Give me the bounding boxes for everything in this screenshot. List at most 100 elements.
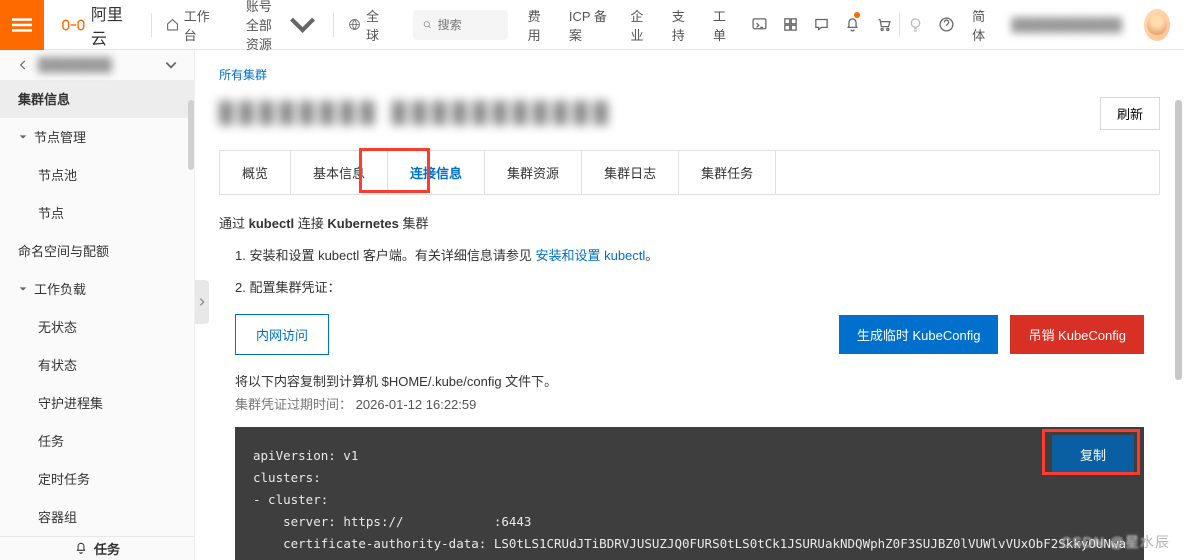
intranet-access-tab[interactable]: 内网访问 [235,314,329,355]
bulb-icon [907,16,924,33]
chevron-down-icon [286,8,319,41]
help-icon [938,16,955,33]
enterprise-link[interactable]: 企业 [621,0,662,50]
hamburger-menu-button[interactable] [0,0,44,50]
tab-cluster-tasks[interactable]: 集群任务 [679,151,776,194]
hamburger-icon [12,15,32,35]
right-link-group: 费用 ICP 备案 企业 支持 工单 简体 ████████████ [518,0,1184,50]
sidebar-item-namespace[interactable]: 命名空间与配额 [0,232,194,270]
tab-cluster-logs[interactable]: 集群日志 [582,151,679,194]
sidebar-scrollbar[interactable] [188,100,194,170]
bell-icon [74,541,88,555]
global-label: 全球 [366,6,389,44]
chevron-left-icon [16,58,30,72]
bell-icon [844,16,861,33]
header-row: ████████ ███████████ 刷新 [195,83,1184,150]
avatar-face-icon [1147,15,1167,35]
help-icon-btn[interactable] [931,0,962,50]
sidebar-item-job[interactable]: 任务 [0,422,194,460]
sidebar: ████████ 集群信息 节点管理 节点池 节点 命名空间与配额 工作负载 无… [0,50,195,560]
sidebar-item-node[interactable]: 节点 [0,194,194,232]
kubeconfig-code-block[interactable]: apiVersion: v1 clusters: - cluster: serv… [235,427,1144,560]
workspace-link[interactable]: 工作台 [152,0,232,50]
tabs: 概览 基本信息 连接信息 集群资源 集群日志 集群任务 [219,150,1160,195]
tab-basic-info[interactable]: 基本信息 [291,151,388,194]
sidebar-back[interactable]: ████████ [0,50,194,80]
idea-icon-btn[interactable] [900,0,931,50]
sidebar-group-label: 节点管理 [34,127,86,146]
copy-hint: 将以下内容复制到计算机 $HOME/.kube/config 文件下。 [195,365,1184,394]
sidebar-back-blur: ████████ [38,57,156,72]
avatar[interactable] [1144,9,1170,41]
step-1: 1. 安装和设置 kubectl 客户端。有关详细信息请参见 安装和设置 kub… [235,240,1144,272]
tab-connection-info[interactable]: 连接信息 [388,151,485,194]
top-navigation: 阿里云 工作台 账号全部资源 全球 费用 ICP 备案 企业 支持 工单 简体 … [0,0,1184,50]
user-blur: ████████████ [1003,17,1130,32]
sidebar-item-cluster-info[interactable]: 集群信息 [0,80,194,118]
ticket-link[interactable]: 工单 [703,0,744,50]
sidebar-group-workload[interactable]: 工作负载 [0,270,194,308]
code-wrap: apiVersion: v1 clusters: - cluster: serv… [235,427,1144,560]
app-icon [782,16,799,33]
content-scrollbar[interactable] [1175,100,1182,380]
sidebar-group-label: 工作负载 [34,279,86,298]
cart-icon [875,16,892,33]
chevron-right-icon [197,297,207,307]
caret-down-icon [18,284,28,294]
cart-icon-btn[interactable] [868,0,899,50]
expire-value: 2026-01-12 16:22:59 [356,397,477,412]
search-icon [423,18,432,32]
sidebar-group-node-mgmt[interactable]: 节点管理 [0,118,194,156]
home-icon [166,17,179,32]
sidebar-item-stateless[interactable]: 无状态 [0,308,194,346]
message-icon [813,16,830,33]
sidebar-item-cronjob[interactable]: 定时任务 [0,460,194,498]
icp-link[interactable]: ICP 备案 [559,0,621,50]
resource-dropdown[interactable]: 账号全部资源 [232,0,333,50]
content-area: 所有集群 ████████ ███████████ 刷新 概览 基本信息 连接信… [195,50,1184,560]
message-icon-btn[interactable] [806,0,837,50]
notification-icon-btn[interactable] [837,0,868,50]
expire-label: 集群凭证过期时间： [235,397,352,412]
locale-switch[interactable]: 简体 [962,0,1003,50]
search-box[interactable] [413,10,508,40]
steps: 1. 安装和设置 kubectl 客户端。有关详细信息请参见 安装和设置 kub… [195,240,1184,304]
sidebar-item-pod[interactable]: 容器组 [0,498,194,536]
kubectl-install-link[interactable]: 安装和设置 kubectl [535,248,645,263]
search-input[interactable] [438,18,498,32]
sidebar-item-daemonset[interactable]: 守护进程集 [0,384,194,422]
resource-label: 账号全部资源 [246,0,281,53]
global-region[interactable]: 全球 [334,0,403,50]
gen-kubeconfig-button[interactable]: 生成临时 KubeConfig [839,315,999,354]
sidebar-bottom-task[interactable]: 任务 [0,536,194,560]
logo-section[interactable]: 阿里云 [44,1,151,49]
section-title: 通过 kubectl 连接 Kubernetes 集群 [195,195,1184,240]
brand-text: 阿里云 [91,1,133,49]
notification-dot-icon [854,12,860,18]
step-2: 2. 配置集群凭证： [235,272,1144,304]
sidebar-bottom-label: 任务 [94,539,120,558]
globe-icon [348,17,361,32]
app-icon-btn[interactable] [775,0,806,50]
cloudshell-icon [751,16,768,33]
cloudshell-icon-btn[interactable] [744,0,775,50]
tab-cluster-resources[interactable]: 集群资源 [485,151,582,194]
caret-down-icon [18,132,28,142]
sidebar-item-stateful[interactable]: 有状态 [0,346,194,384]
sidebar-item-node-pool[interactable]: 节点池 [0,156,194,194]
copy-button[interactable]: 复制 [1052,435,1134,474]
workspace-label: 工作台 [184,6,218,44]
aliyun-logo-icon [62,12,85,38]
refresh-button[interactable]: 刷新 [1100,97,1160,130]
tab-overview[interactable]: 概览 [220,151,291,194]
cluster-name-blur: ████████ ███████████ [219,102,614,125]
access-row: 内网访问 生成临时 KubeConfig 吊销 KubeConfig [195,304,1184,365]
sidebar-expand-handle[interactable] [195,280,209,324]
revoke-kubeconfig-button[interactable]: 吊销 KubeConfig [1010,315,1144,354]
expire-row: 集群凭证过期时间： 2026-01-12 16:22:59 [195,394,1184,423]
chevron-down-icon [164,58,178,72]
breadcrumb-all-clusters[interactable]: 所有集群 [195,50,1184,83]
body-wrap: ████████ 集群信息 节点管理 节点池 节点 命名空间与配额 工作负载 无… [0,50,1184,560]
support-link[interactable]: 支持 [662,0,703,50]
fees-link[interactable]: 费用 [518,0,559,50]
